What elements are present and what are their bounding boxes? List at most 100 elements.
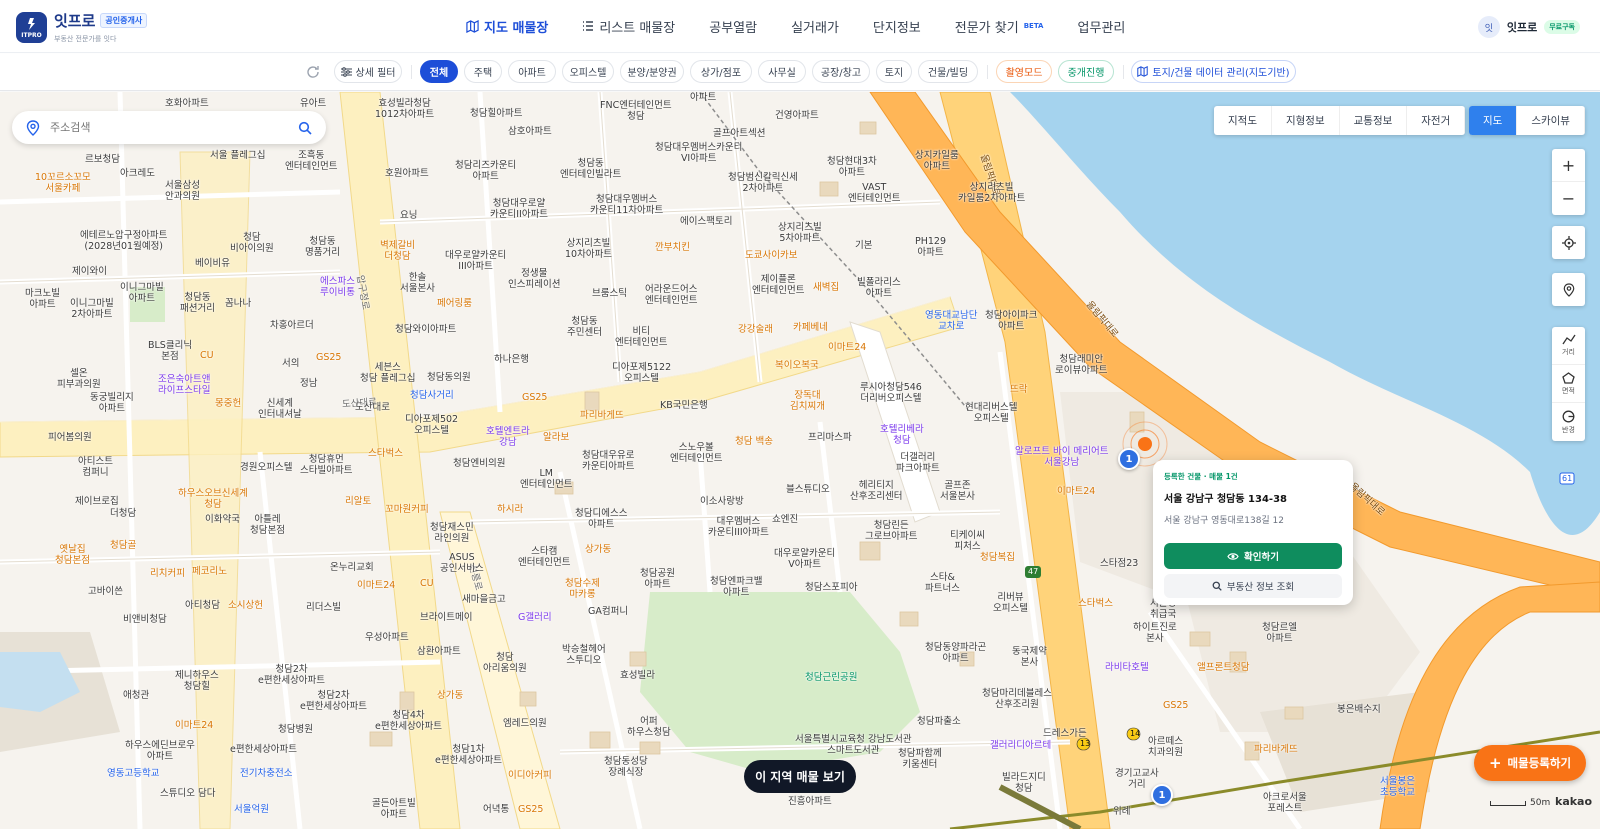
map-poi-label[interactable]: 청담리즈카운티 아파트: [455, 160, 516, 182]
map-poi-label[interactable]: 브룸스틱: [592, 288, 627, 299]
map-poi-label[interactable]: GS25: [522, 392, 547, 403]
map-poi-label[interactable]: 정생물 인스피레이션: [508, 268, 560, 290]
map-poi-label[interactable]: 봉은배수지: [1337, 704, 1381, 715]
nav-transaction-price[interactable]: 실거래가: [791, 16, 839, 36]
map-poi-label[interactable]: 청담디에스스 아파트: [575, 508, 627, 530]
map-poi-label[interactable]: 브라이트메이: [420, 612, 472, 623]
map-poi-label[interactable]: e편한세상아파트: [230, 744, 297, 755]
map-poi-label[interactable]: 상가동: [585, 544, 611, 555]
map-poi-label[interactable]: 소시상헌: [228, 600, 263, 611]
map-poi-label[interactable]: 서의: [282, 358, 299, 369]
map-poi-label[interactable]: 꼼나나: [225, 298, 251, 309]
map-poi-label[interactable]: 전기차충전소: [240, 768, 292, 779]
map-poi-label[interactable]: 셀온 피부과의원: [57, 368, 101, 390]
distance-button[interactable]: 거리: [1552, 327, 1585, 365]
map-poi-label[interactable]: 하우스오브신세계 청담: [178, 488, 248, 510]
map-poi-label[interactable]: 파리바게뜨: [1254, 744, 1298, 755]
map-poi-label[interactable]: 건영아파트: [775, 110, 819, 121]
map-poi-label[interactable]: 상지리츠빌 10차아파트: [565, 238, 612, 260]
map-poi-label[interactable]: 제이브로집: [75, 496, 119, 507]
nav-map-listings[interactable]: 지도 매물장: [466, 16, 548, 36]
map-poi-label[interactable]: 신세계 인터내셔날: [258, 398, 302, 420]
map-poi-label[interactable]: 청담와이아파트: [395, 324, 456, 335]
zoom-in-button[interactable]: +: [1552, 149, 1585, 182]
map-poi-label[interactable]: 청담휴먼 스타빌아파트: [300, 454, 352, 476]
map-poi-label[interactable]: G갤러리: [518, 612, 552, 623]
listing-cluster-marker[interactable]: 1: [1151, 784, 1173, 806]
map-poi-label[interactable]: 청담엔비의원: [453, 458, 505, 469]
map-poi-label[interactable]: 청담근린공원: [805, 672, 857, 683]
map-poi-label[interactable]: 효성빌라청담 1012차아파트: [375, 98, 434, 120]
map-poi-label[interactable]: PH129 아파트: [915, 236, 946, 258]
brand[interactable]: ITPRO 잇프로 공인중개사 부동산 전문가를 잇다: [16, 10, 148, 44]
map-poi-label[interactable]: 청담동 명품거리: [305, 236, 340, 258]
map-poi-label[interactable]: 현대리버스텔 오피스텔: [965, 402, 1017, 424]
chip-office[interactable]: 사무실: [758, 60, 806, 83]
map-poi-label[interactable]: 청담재스민 라인의원: [430, 522, 474, 544]
map-poi-label[interactable]: 서울봉은 초등학교: [1380, 776, 1415, 798]
map-poi-label[interactable]: 하이트진로 본사: [1133, 622, 1177, 644]
map-poi-label[interactable]: 위례: [1113, 806, 1130, 817]
map-poi-label[interactable]: 청담병원: [278, 724, 313, 735]
map-poi-label[interactable]: 청담동 엔터테인빌라트: [560, 158, 621, 180]
map-poi-label[interactable]: 청담힐아파트: [470, 108, 522, 119]
nav-work-management[interactable]: 업무관리: [1077, 16, 1125, 36]
map-poi-label[interactable]: 꼬마원커피: [385, 504, 429, 515]
map-poi-label[interactable]: 스타캠 엔터테인먼트: [518, 546, 570, 568]
map-poi-label[interactable]: 피어봄의원: [48, 432, 92, 443]
map-poi-label[interactable]: 앨프론트청담: [1197, 662, 1249, 673]
chip-house[interactable]: 주택: [464, 60, 502, 83]
map-poi-label[interactable]: 삼호아파트: [508, 126, 552, 137]
map-poi-label[interactable]: 호텔엔트라 강남: [486, 426, 530, 448]
map-poi-label[interactable]: 프리마스파: [808, 432, 852, 443]
map-poi-label[interactable]: 온누리교회: [330, 562, 374, 573]
map-poi-label[interactable]: GS25: [1163, 700, 1188, 711]
map-poi-label[interactable]: 서울억원: [234, 804, 269, 815]
map-poi-label[interactable]: 상지리츠빌 5차아파트: [778, 222, 822, 244]
map-poi-label[interactable]: 청담동 주민센터: [567, 316, 602, 338]
map-poi-label[interactable]: 동국제약 본사: [1012, 646, 1047, 668]
land-data-chip[interactable]: 토지/건물 데이터 관리(지도기반): [1131, 60, 1296, 83]
map-poi-label[interactable]: 청담공원 아파트: [640, 568, 675, 590]
map-poi-label[interactable]: 루시아청담546 더리버오피스텔: [860, 382, 922, 404]
photo-mode-chip[interactable]: 촬영모드: [996, 60, 1052, 83]
map-poi-label[interactable]: GS25: [316, 352, 341, 363]
map-poi-label[interactable]: 새마을금고: [462, 594, 506, 605]
map-poi-label[interactable]: 빌폴라리스 아파트: [857, 277, 901, 299]
map-poi-label[interactable]: 영동대교남단 교차로: [925, 310, 977, 332]
map-poi-label[interactable]: 더갤러리 파크아파트: [896, 452, 940, 474]
map-poi-label[interactable]: 청담마리데블레스 산후조리원: [982, 688, 1052, 710]
map-poi-label[interactable]: 청담동양파라곤 아파트: [925, 642, 986, 664]
map-poi-label[interactable]: 청담르엘 아파트: [1262, 622, 1297, 644]
map-poi-label[interactable]: 새벽집: [813, 282, 839, 293]
map-poi-label[interactable]: 스타벅스: [368, 448, 403, 459]
chip-store[interactable]: 상가/점포: [690, 60, 752, 83]
pin-button[interactable]: [1552, 273, 1585, 306]
map-poi-label[interactable]: 이마트24: [1057, 486, 1095, 497]
register-listing-button[interactable]: + 매물등록하기: [1474, 745, 1586, 781]
map-poi-label[interactable]: VAST 엔터테인먼트: [848, 182, 900, 204]
map-poi-label[interactable]: 하시라: [497, 504, 523, 515]
map-poi-label[interactable]: 라비타호텔: [1105, 662, 1149, 673]
map-poi-label[interactable]: 몽중헌: [215, 398, 241, 409]
address-search-box[interactable]: [12, 111, 326, 144]
map-poi-label[interactable]: 이화약국: [205, 514, 240, 525]
map-poi-label[interactable]: 쇼엔진: [772, 514, 798, 525]
map-poi-label[interactable]: 아티스트 컴퍼니: [78, 456, 113, 478]
map-poi-label[interactable]: 청담범신칼릭신세 2차아파트: [728, 172, 798, 194]
view-area-listings-button[interactable]: 이 지역 매물 보기: [744, 760, 856, 793]
map-poi-label[interactable]: 리알토: [345, 496, 371, 507]
map-poi-label[interactable]: 알로프트 바이 메리어트 서울강남: [1015, 446, 1108, 468]
detail-filter-button[interactable]: 상세 필터: [334, 60, 402, 83]
map-poi-label[interactable]: 경기고교사 거리: [1115, 768, 1159, 790]
listing-cluster-marker[interactable]: 1: [1118, 448, 1140, 470]
map-poi-label[interactable]: 청담골: [110, 540, 136, 551]
chip-presale[interactable]: 분양/분양권: [620, 60, 684, 83]
map-poi-label[interactable]: 에스파스 루이비통: [320, 276, 355, 298]
map-poi-label[interactable]: 이마트24: [175, 720, 213, 731]
map-poi-label[interactable]: 청담대우멤버스카운티 VI아파트: [655, 142, 742, 164]
map-poi-label[interactable]: 청담 백송: [735, 436, 773, 447]
area-button[interactable]: 면적: [1552, 365, 1585, 403]
map-poi-label[interactable]: 정남: [300, 378, 317, 389]
map-poi-label[interactable]: 파리바게뜨: [580, 410, 624, 421]
